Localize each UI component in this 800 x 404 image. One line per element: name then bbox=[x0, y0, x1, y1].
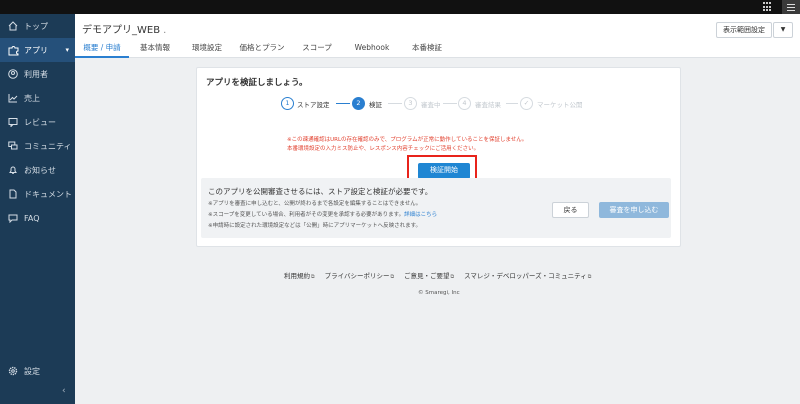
apply-review-button[interactable]: 審査を申し込む bbox=[599, 202, 669, 218]
info-note: ※申請時に設定された環境設定などは「公開」時にアプリマーケットへ反映されます。 bbox=[208, 223, 422, 229]
tab-basic-info[interactable]: 基本情報 bbox=[129, 42, 181, 58]
footer-link-terms[interactable]: 利用規約⧉ bbox=[284, 270, 315, 280]
sidebar-item-label: アプリ bbox=[24, 45, 48, 55]
chart-icon bbox=[7, 92, 19, 104]
sidebar-item-label: 利用者 bbox=[24, 69, 48, 79]
step-3-circle: 3 bbox=[404, 97, 417, 110]
sidebar-item-users[interactable]: 利用者 bbox=[0, 62, 75, 86]
details-link[interactable]: 詳細はこちら bbox=[404, 212, 437, 218]
step-2-circle: 2 bbox=[352, 97, 365, 110]
step-connector bbox=[336, 103, 350, 104]
top-bar bbox=[0, 0, 800, 14]
app-title: デモアプリ_WEB. bbox=[82, 21, 166, 36]
home-icon bbox=[7, 20, 19, 32]
footer-links: 利用規約⧉ プライバシーポリシー⧉ ご意見・ご要望⧉ スマレジ・デベロッパーズ・… bbox=[284, 270, 591, 280]
faq-icon bbox=[7, 212, 19, 224]
app-grid-icon[interactable] bbox=[763, 2, 773, 12]
warning-text: ※この疎通確認はURLの存在確認のみで、プログラムが正常に動作していることを保証… bbox=[287, 137, 528, 143]
collapse-sidebar-icon[interactable]: ‹ bbox=[62, 386, 66, 396]
sidebar-item-label: レビュー bbox=[24, 117, 56, 127]
sidebar-item-news[interactable]: お知らせ bbox=[0, 158, 75, 182]
back-button[interactable]: 戻る bbox=[552, 202, 589, 218]
external-link-icon: ⧉ bbox=[587, 274, 592, 280]
tab-bar: 概要 / 申請 基本情報 環境設定 価格とプラン スコープ Webhook 本番… bbox=[75, 42, 453, 58]
app-name-suffix: . bbox=[163, 25, 167, 36]
step-connector bbox=[506, 103, 518, 104]
footer-link-privacy[interactable]: プライバシーポリシー⧉ bbox=[325, 270, 394, 280]
external-link-icon: ⧉ bbox=[311, 274, 315, 280]
sidebar-item-settings[interactable]: 設定 bbox=[0, 359, 75, 383]
chevron-down-icon: ▾ bbox=[65, 46, 69, 54]
footer-link-feedback[interactable]: ご意見・ご要望⧉ bbox=[404, 270, 454, 280]
step-5-check-icon: ✓ bbox=[520, 97, 533, 110]
tab-overview[interactable]: 概要 / 申請 bbox=[75, 42, 129, 58]
sidebar-item-document[interactable]: ドキュメント bbox=[0, 182, 75, 206]
gear-icon bbox=[7, 365, 19, 377]
bell-icon bbox=[7, 164, 19, 176]
info-note-text: ※スコープを変更している場合、利用者がその変更を承認する必要があります。 bbox=[208, 212, 405, 218]
sidebar-item-label: コミュニティ bbox=[24, 141, 72, 151]
chevron-down-icon[interactable]: ▼ bbox=[773, 22, 793, 38]
info-note: ※アプリを審査に申し込むと、公開が終わるまで各設定を編集することはできません。 bbox=[208, 201, 422, 207]
user-icon bbox=[7, 68, 19, 80]
sidebar-item-label: お知らせ bbox=[24, 165, 56, 175]
card-title: アプリを検証しましょう。 bbox=[206, 78, 308, 88]
verification-card: アプリを検証しましょう。 1 ストア設定 2 検証 3 審査中 4 審査結果 ✓… bbox=[196, 67, 681, 247]
sidebar-item-label: トップ bbox=[24, 21, 48, 31]
document-icon bbox=[7, 188, 19, 200]
step-1-label: ストア設定 bbox=[297, 101, 330, 109]
sidebar-item-sales[interactable]: 売上 bbox=[0, 86, 75, 110]
app-header: デモアプリ_WEB. 概要 / 申請 基本情報 環境設定 価格とプラン スコープ… bbox=[75, 14, 800, 58]
sidebar-item-label: 売上 bbox=[24, 93, 40, 103]
app-name: デモアプリ_WEB bbox=[82, 25, 161, 36]
review-icon bbox=[7, 116, 19, 128]
step-connector bbox=[443, 103, 457, 104]
step-4-label: 審査結果 bbox=[475, 101, 501, 109]
step-2-label: 検証 bbox=[369, 101, 382, 109]
step-3-label: 審査中 bbox=[421, 101, 441, 109]
sidebar: トップ アプリ ▾ 利用者 売上 レビュー コミュニティ お知らせ ドキュメント… bbox=[0, 14, 75, 404]
start-verification-button[interactable]: 検証開始 bbox=[418, 163, 470, 179]
scope-settings-button[interactable]: 表示範囲設定 bbox=[716, 22, 772, 38]
step-connector bbox=[388, 103, 402, 104]
sidebar-item-label: 設定 bbox=[24, 366, 40, 376]
sidebar-item-label: FAQ bbox=[24, 213, 40, 223]
sidebar-item-label: ドキュメント bbox=[24, 189, 72, 199]
tab-production-verification[interactable]: 本番検証 bbox=[401, 42, 453, 58]
puzzle-icon bbox=[7, 44, 19, 56]
warning-text: 本番環境設定の入力ミス防止や、レスポンス内容チェックにご活用ください。 bbox=[287, 146, 480, 152]
step-5-label: マーケット公開 bbox=[537, 101, 583, 109]
community-icon bbox=[7, 140, 19, 152]
copyright: © Smaregi, Inc bbox=[418, 290, 460, 296]
hamburger-menu-icon[interactable] bbox=[782, 0, 800, 14]
sidebar-item-community[interactable]: コミュニティ bbox=[0, 134, 75, 158]
tab-webhook[interactable]: Webhook bbox=[343, 42, 401, 58]
tab-scope[interactable]: スコープ bbox=[291, 42, 343, 58]
step-4-circle: 4 bbox=[458, 97, 471, 110]
info-panel: このアプリを公開審査させるには、ストア設定と検証が必要です。 ※アプリを審査に申… bbox=[201, 178, 671, 238]
sidebar-item-faq[interactable]: FAQ bbox=[0, 206, 75, 230]
tab-pricing[interactable]: 価格とプラン bbox=[233, 42, 291, 58]
external-link-icon: ⧉ bbox=[390, 274, 395, 280]
step-1-circle: 1 bbox=[281, 97, 294, 110]
info-message: このアプリを公開審査させるには、ストア設定と検証が必要です。 bbox=[208, 187, 433, 196]
sidebar-item-app[interactable]: アプリ ▾ bbox=[0, 38, 75, 62]
info-note: ※スコープを変更している場合、利用者がその変更を承認する必要があります。詳細はこ… bbox=[208, 210, 437, 218]
tab-environment[interactable]: 環境設定 bbox=[181, 42, 233, 58]
sidebar-item-top[interactable]: トップ bbox=[0, 14, 75, 38]
external-link-icon: ⧉ bbox=[450, 274, 455, 280]
footer-link-community[interactable]: スマレジ・デベロッパーズ・コミュニティ⧉ bbox=[464, 270, 591, 280]
sidebar-item-review[interactable]: レビュー bbox=[0, 110, 75, 134]
